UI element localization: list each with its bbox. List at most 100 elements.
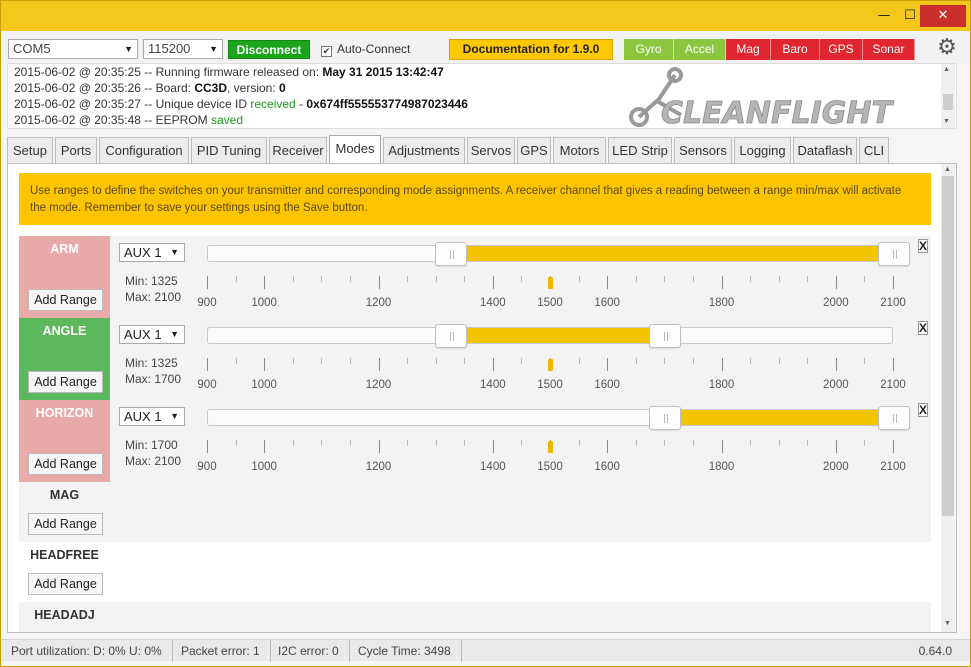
log-value: CC3D — [194, 81, 227, 95]
range-min-handle[interactable] — [649, 406, 682, 430]
tab-motors[interactable]: Motors — [553, 137, 606, 163]
channel-value-marker — [548, 441, 553, 453]
scale-tick — [835, 276, 837, 289]
add-range-button[interactable]: Add Range — [28, 453, 103, 475]
maximize-button[interactable]: ☐ — [899, 5, 921, 27]
auto-connect-toggle[interactable]: ✔ Auto-Connect — [321, 42, 410, 57]
range-max-handle[interactable] — [878, 242, 910, 266]
log-timestamp: 2015-06-02 @ 20:35:27 — [14, 97, 141, 111]
scale-label: 2000 — [823, 297, 849, 309]
mode-label-angle: ANGLE Add Range — [19, 318, 110, 400]
tab-adjustments[interactable]: Adjustments — [383, 137, 465, 163]
scale-tick — [407, 440, 409, 446]
range-max-handle[interactable] — [878, 406, 910, 430]
modes-panel: Use ranges to define the switches on you… — [7, 163, 957, 633]
add-range-button[interactable]: Add Range — [28, 573, 103, 595]
scale-tick — [750, 276, 752, 282]
scale-tick — [435, 440, 437, 446]
tab-sensors[interactable]: Sensors — [674, 137, 732, 163]
scroll-down-icon[interactable]: ▼ — [944, 620, 951, 627]
scale-tick — [664, 276, 666, 282]
scale-tick — [864, 440, 866, 446]
scale-label: 1500 — [537, 461, 563, 473]
tab-logging[interactable]: Logging — [734, 137, 791, 163]
tab-setup[interactable]: Setup — [7, 137, 53, 163]
range-values: Min: 1325 Max: 1700 — [125, 355, 181, 387]
log-scroll-thumb[interactable] — [943, 94, 953, 110]
scale-tick — [407, 358, 409, 364]
scroll-up-icon[interactable]: ▲ — [944, 166, 951, 173]
sensor-accel: Accel — [674, 39, 726, 60]
scale-label: 2100 — [880, 297, 906, 309]
mode-row-horizon: HORIZON Add Range AUX 1 ▼ Min: 1700 Max: 2100… — [19, 400, 931, 482]
disconnect-button[interactable]: Disconnect — [228, 40, 310, 59]
mode-label-mag: MAG Add Range — [19, 482, 110, 542]
channel-value: AUX 1 — [124, 409, 162, 424]
gear-icon[interactable]: ⚙ — [935, 36, 959, 60]
range-max-handle[interactable] — [649, 324, 682, 348]
scroll-down-icon[interactable]: ▼ — [943, 118, 950, 125]
tab-cli[interactable]: CLI — [859, 137, 889, 163]
add-range-button[interactable]: Add Range — [28, 289, 103, 311]
scale-tick — [893, 358, 894, 371]
scroll-up-icon[interactable]: ▲ — [943, 66, 950, 73]
chevron-down-icon: ▼ — [209, 44, 218, 54]
scale-label: 1600 — [594, 297, 620, 309]
tab-modes[interactable]: Modes — [329, 135, 381, 163]
scale-tick — [492, 276, 494, 289]
range-max: Max: 1700 — [125, 372, 182, 386]
range-min-handle[interactable] — [434, 324, 467, 348]
log-status: saved — [210, 113, 243, 127]
mode-label-arm: ARM Add Range — [19, 236, 110, 318]
scale-label: 2000 — [823, 379, 849, 391]
channel-select[interactable]: AUX 1 ▼ — [119, 407, 185, 426]
remove-range-button[interactable]: X — [918, 239, 928, 253]
range-slider[interactable] — [207, 406, 910, 430]
tab-led-strip[interactable]: LED Strip — [608, 137, 672, 163]
tab-receiver[interactable]: Receiver — [269, 137, 327, 163]
scale-tick — [692, 440, 694, 446]
channel-select[interactable]: AUX 1 ▼ — [119, 243, 185, 262]
mode-name: HORIZON — [35, 406, 94, 420]
range-slider[interactable] — [207, 242, 910, 266]
checkbox-checked-icon[interactable]: ✔ — [321, 46, 332, 57]
cleanflight-logo: CLEANFLIGHT — [629, 67, 895, 131]
sensor-baro: Baro — [771, 39, 820, 60]
scale-label: 1600 — [594, 379, 620, 391]
range-min-handle[interactable] — [434, 242, 467, 266]
scale-tick — [664, 440, 666, 446]
scale-label: 1400 — [480, 461, 506, 473]
content-scroll-thumb[interactable] — [942, 176, 954, 516]
remove-range-button[interactable]: X — [918, 403, 928, 417]
tab-dataflash[interactable]: Dataflash — [793, 137, 857, 163]
minimize-button[interactable]: — — [873, 5, 895, 27]
tab-servos[interactable]: Servos — [467, 137, 515, 163]
scale-tick — [349, 358, 351, 364]
log-text: -- Unique device ID — [140, 97, 251, 111]
sensor-mag: Mag — [726, 39, 771, 60]
remove-range-button[interactable]: X — [918, 321, 928, 335]
log-scrollbar[interactable]: ▲ ▼ — [941, 64, 955, 128]
scale-tick — [578, 276, 580, 282]
scale-tick — [864, 358, 866, 364]
scale-tick — [778, 358, 780, 364]
documentation-button[interactable]: Documentation for 1.9.0 — [449, 39, 613, 60]
tab-gps[interactable]: GPS — [517, 137, 551, 163]
tab-pid-tuning[interactable]: PID Tuning — [191, 137, 267, 163]
range-slider[interactable] — [207, 324, 893, 348]
scale-label: 900 — [197, 461, 217, 473]
scale-tick — [378, 358, 380, 371]
port-select[interactable]: COM5 ▼ — [8, 39, 138, 59]
baud-select[interactable]: 115200 ▼ — [143, 39, 223, 59]
tab-ports[interactable]: Ports — [55, 137, 97, 163]
channel-value-marker — [548, 277, 553, 289]
range-fill — [665, 410, 894, 425]
add-range-button[interactable]: Add Range — [28, 371, 103, 393]
tab-configuration[interactable]: Configuration — [99, 137, 189, 163]
add-range-button[interactable]: Add Range — [28, 513, 103, 535]
scale-tick — [578, 440, 580, 446]
scale-tick — [893, 440, 894, 453]
close-button[interactable]: ✕ — [920, 5, 966, 27]
content-scrollbar[interactable]: ▲ ▼ — [941, 164, 955, 632]
channel-select[interactable]: AUX 1 ▼ — [119, 325, 185, 344]
